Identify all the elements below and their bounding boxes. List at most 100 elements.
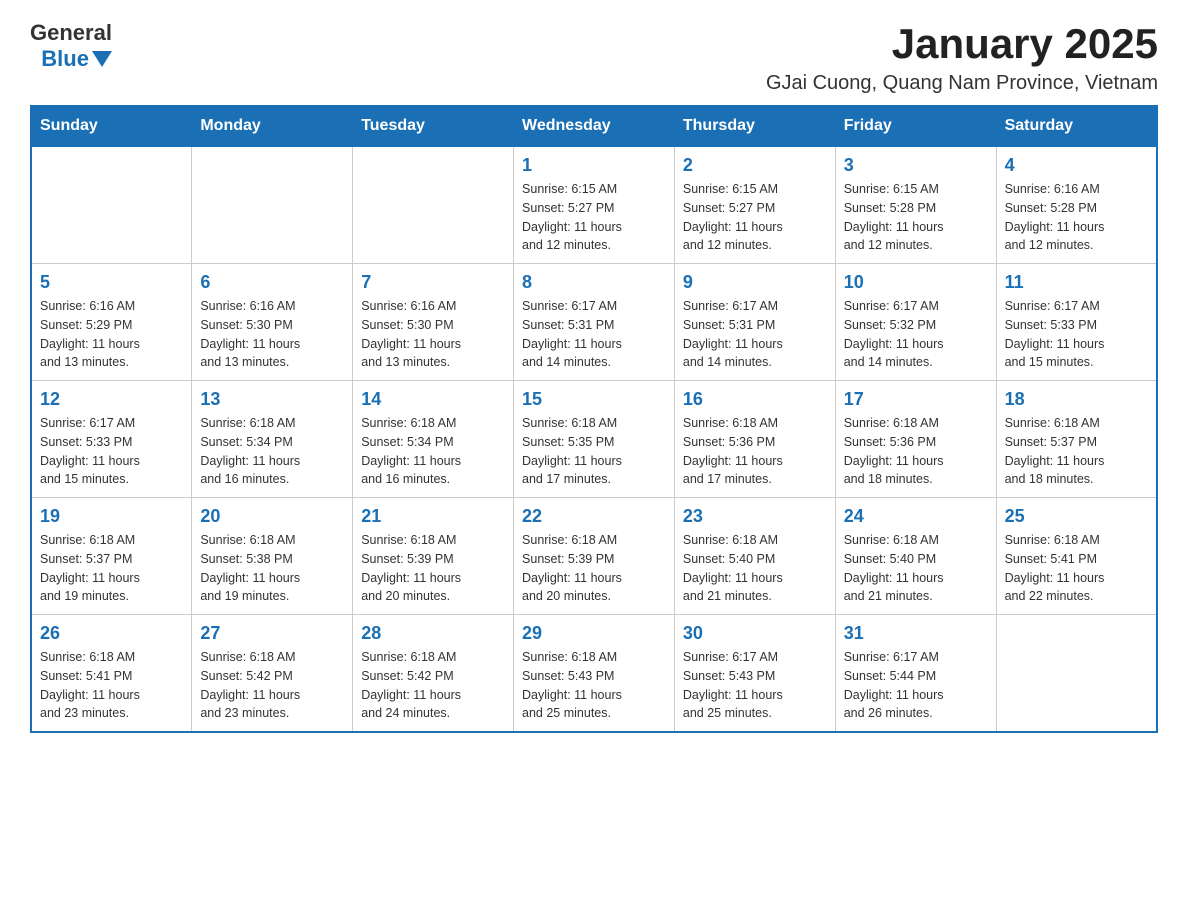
day-number: 3 [844, 155, 988, 176]
calendar-day-cell: 19 Sunrise: 6:18 AMSunset: 5:37 PMDayligh… [31, 498, 192, 615]
calendar-day-cell: 17 Sunrise: 6:18 AMSunset: 5:36 PMDayligh… [835, 381, 996, 498]
calendar-table: SundayMondayTuesdayWednesdayThursdayFrid… [30, 105, 1158, 733]
day-number: 5 [40, 272, 183, 293]
day-number: 14 [361, 389, 505, 410]
day-info: Sunrise: 6:17 AMSunset: 5:43 PMDaylight:… [683, 648, 827, 723]
day-number: 29 [522, 623, 666, 644]
calendar-week-row: 5 Sunrise: 6:16 AMSunset: 5:29 PMDaylight… [31, 264, 1157, 381]
day-info: Sunrise: 6:18 AMSunset: 5:36 PMDaylight:… [844, 414, 988, 489]
day-info: Sunrise: 6:18 AMSunset: 5:40 PMDaylight:… [844, 531, 988, 606]
day-number: 10 [844, 272, 988, 293]
day-info: Sunrise: 6:18 AMSunset: 5:37 PMDaylight:… [1005, 414, 1148, 489]
calendar-day-header: Thursday [674, 106, 835, 146]
calendar-day-cell: 30 Sunrise: 6:17 AMSunset: 5:43 PMDayligh… [674, 615, 835, 733]
day-number: 11 [1005, 272, 1148, 293]
page-title: January 2025 [766, 20, 1158, 68]
day-number: 7 [361, 272, 505, 293]
day-info: Sunrise: 6:17 AMSunset: 5:33 PMDaylight:… [1005, 297, 1148, 372]
day-info: Sunrise: 6:16 AMSunset: 5:29 PMDaylight:… [40, 297, 183, 372]
day-number: 16 [683, 389, 827, 410]
calendar-day-cell: 8Sunrise: 6:17 AMSunset: 5:31 PMDaylight… [514, 264, 675, 381]
calendar-day-header: Wednesday [514, 106, 675, 146]
calendar-day-cell [996, 615, 1157, 733]
day-info: Sunrise: 6:18 AMSunset: 5:38 PMDaylight:… [200, 531, 344, 606]
day-info: Sunrise: 6:18 AMSunset: 5:37 PMDaylight:… [40, 531, 183, 606]
day-number: 19 [40, 506, 183, 527]
day-number: 20 [200, 506, 344, 527]
day-number: 24 [844, 506, 988, 527]
day-info: Sunrise: 6:17 AMSunset: 5:33 PMDaylight:… [40, 414, 183, 489]
day-info: Sunrise: 6:15 AMSunset: 5:27 PMDaylight:… [522, 180, 666, 255]
day-number: 18 [1005, 389, 1148, 410]
calendar-day-cell [192, 146, 353, 264]
day-number: 23 [683, 506, 827, 527]
day-number: 8 [522, 272, 666, 293]
day-info: Sunrise: 6:16 AMSunset: 5:28 PMDaylight:… [1005, 180, 1148, 255]
day-number: 13 [200, 389, 344, 410]
day-number: 6 [200, 272, 344, 293]
day-number: 26 [40, 623, 183, 644]
logo-triangle-icon [92, 51, 112, 67]
day-number: 4 [1005, 155, 1148, 176]
calendar-day-header: Monday [192, 106, 353, 146]
calendar-header: SundayMondayTuesdayWednesdayThursdayFrid… [31, 106, 1157, 146]
logo: General Blue [30, 20, 112, 72]
calendar-header-row: SundayMondayTuesdayWednesdayThursdayFrid… [31, 106, 1157, 146]
day-number: 27 [200, 623, 344, 644]
calendar-body: 1 Sunrise: 6:15 AMSunset: 5:27 PMDaylight… [31, 146, 1157, 732]
header: General Blue January 2025 GJai Cuong, Qu… [30, 20, 1158, 95]
calendar-day-cell: 27Sunrise: 6:18 AMSunset: 5:42 PMDayligh… [192, 615, 353, 733]
title-area: January 2025 GJai Cuong, Quang Nam Provi… [766, 20, 1158, 95]
calendar-day-cell: 7 Sunrise: 6:16 AMSunset: 5:30 PMDaylight… [353, 264, 514, 381]
calendar-week-row: 26 Sunrise: 6:18 AMSunset: 5:41 PMDayligh… [31, 615, 1157, 733]
day-info: Sunrise: 6:18 AMSunset: 5:43 PMDaylight:… [522, 648, 666, 723]
calendar-day-header: Friday [835, 106, 996, 146]
calendar-day-cell: 12Sunrise: 6:17 AMSunset: 5:33 PMDayligh… [31, 381, 192, 498]
logo-general-text: General [30, 20, 112, 46]
calendar-day-cell: 20 Sunrise: 6:18 AMSunset: 5:38 PMDayligh… [192, 498, 353, 615]
calendar-day-cell: 15 Sunrise: 6:18 AMSunset: 5:35 PMDayligh… [514, 381, 675, 498]
calendar-day-cell: 31 Sunrise: 6:17 AMSunset: 5:44 PMDayligh… [835, 615, 996, 733]
day-info: Sunrise: 6:17 AMSunset: 5:32 PMDaylight:… [844, 297, 988, 372]
day-info: Sunrise: 6:17 AMSunset: 5:44 PMDaylight:… [844, 648, 988, 723]
day-number: 25 [1005, 506, 1148, 527]
calendar-day-cell: 10 Sunrise: 6:17 AMSunset: 5:32 PMDayligh… [835, 264, 996, 381]
day-info: Sunrise: 6:18 AMSunset: 5:39 PMDaylight:… [361, 531, 505, 606]
calendar-day-cell: 1 Sunrise: 6:15 AMSunset: 5:27 PMDaylight… [514, 146, 675, 264]
calendar-day-cell: 21 Sunrise: 6:18 AMSunset: 5:39 PMDayligh… [353, 498, 514, 615]
day-number: 22 [522, 506, 666, 527]
day-number: 1 [522, 155, 666, 176]
day-info: Sunrise: 6:16 AMSunset: 5:30 PMDaylight:… [361, 297, 505, 372]
calendar-week-row: 12Sunrise: 6:17 AMSunset: 5:33 PMDayligh… [31, 381, 1157, 498]
day-info: Sunrise: 6:18 AMSunset: 5:40 PMDaylight:… [683, 531, 827, 606]
calendar-day-cell: 4 Sunrise: 6:16 AMSunset: 5:28 PMDaylight… [996, 146, 1157, 264]
calendar-day-cell: 18 Sunrise: 6:18 AMSunset: 5:37 PMDayligh… [996, 381, 1157, 498]
calendar-day-cell: 16 Sunrise: 6:18 AMSunset: 5:36 PMDayligh… [674, 381, 835, 498]
day-info: Sunrise: 6:18 AMSunset: 5:35 PMDaylight:… [522, 414, 666, 489]
day-info: Sunrise: 6:18 AMSunset: 5:42 PMDaylight:… [361, 648, 505, 723]
day-number: 21 [361, 506, 505, 527]
day-info: Sunrise: 6:18 AMSunset: 5:41 PMDaylight:… [1005, 531, 1148, 606]
day-number: 17 [844, 389, 988, 410]
day-info: Sunrise: 6:18 AMSunset: 5:34 PMDaylight:… [361, 414, 505, 489]
day-info: Sunrise: 6:18 AMSunset: 5:39 PMDaylight:… [522, 531, 666, 606]
calendar-day-cell: 29 Sunrise: 6:18 AMSunset: 5:43 PMDayligh… [514, 615, 675, 733]
calendar-week-row: 19 Sunrise: 6:18 AMSunset: 5:37 PMDayligh… [31, 498, 1157, 615]
day-info: Sunrise: 6:17 AMSunset: 5:31 PMDaylight:… [683, 297, 827, 372]
calendar-day-cell: 5 Sunrise: 6:16 AMSunset: 5:29 PMDaylight… [31, 264, 192, 381]
day-number: 30 [683, 623, 827, 644]
day-number: 31 [844, 623, 988, 644]
calendar-day-cell: 25 Sunrise: 6:18 AMSunset: 5:41 PMDayligh… [996, 498, 1157, 615]
calendar-day-cell: 24 Sunrise: 6:18 AMSunset: 5:40 PMDayligh… [835, 498, 996, 615]
calendar-day-header: Sunday [31, 106, 192, 146]
day-info: Sunrise: 6:15 AMSunset: 5:27 PMDaylight:… [683, 180, 827, 255]
day-number: 15 [522, 389, 666, 410]
calendar-day-cell: 28 Sunrise: 6:18 AMSunset: 5:42 PMDayligh… [353, 615, 514, 733]
day-number: 28 [361, 623, 505, 644]
calendar-day-cell: 2Sunrise: 6:15 AMSunset: 5:27 PMDaylight… [674, 146, 835, 264]
calendar-day-header: Saturday [996, 106, 1157, 146]
day-info: Sunrise: 6:18 AMSunset: 5:41 PMDaylight:… [40, 648, 183, 723]
day-number: 9 [683, 272, 827, 293]
calendar-day-cell: 23 Sunrise: 6:18 AMSunset: 5:40 PMDayligh… [674, 498, 835, 615]
day-info: Sunrise: 6:18 AMSunset: 5:36 PMDaylight:… [683, 414, 827, 489]
